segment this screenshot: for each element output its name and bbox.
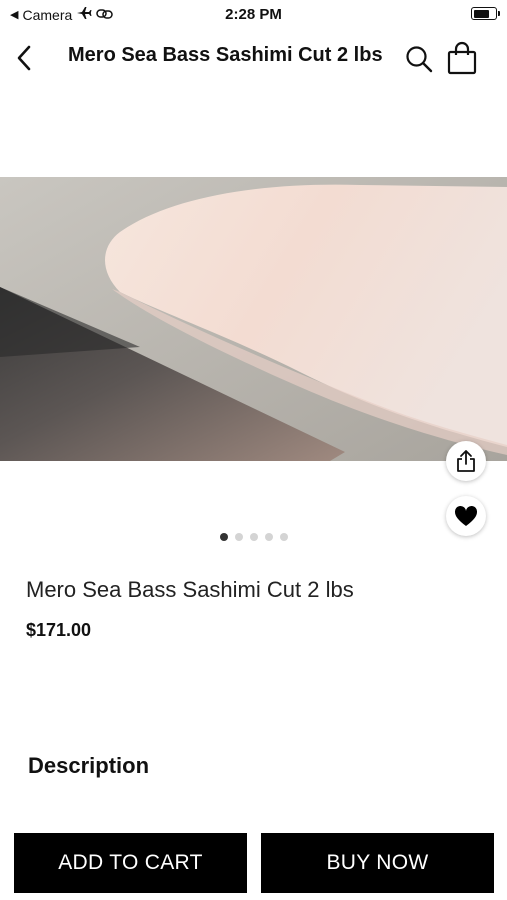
battery-icon [471, 7, 500, 20]
product-photo [0, 177, 507, 461]
cart-button[interactable] [444, 40, 480, 76]
shopping-bag-icon [447, 41, 477, 75]
nav-bar: Mero Sea Bass Sashimi Cut 2 lbs [0, 30, 507, 85]
status-time: 2:28 PM [225, 6, 282, 23]
product-image[interactable] [0, 177, 507, 461]
buy-now-button[interactable]: BUY NOW [261, 833, 494, 893]
back-button[interactable] [8, 40, 40, 76]
add-to-cart-button[interactable]: ADD TO CART [14, 833, 247, 893]
chevron-left-icon [17, 45, 31, 71]
pagination-dot[interactable] [219, 533, 228, 541]
favorite-button[interactable] [446, 496, 486, 536]
image-pagination [0, 533, 507, 541]
pagination-dot[interactable] [234, 533, 243, 541]
description-heading[interactable]: Description [28, 753, 149, 779]
page-title: Mero Sea Bass Sashimi Cut 2 lbs [68, 44, 383, 66]
product-price: $171.00 [26, 620, 92, 640]
pagination-dot[interactable] [249, 533, 258, 541]
status-bar: ◀ Camera 2:28 PM [0, 0, 507, 30]
battery-level [473, 9, 489, 18]
pagination-dot[interactable] [279, 533, 288, 541]
heart-icon [454, 505, 478, 526]
search-icon [406, 46, 433, 73]
pagination-dot[interactable] [264, 533, 273, 541]
search-button[interactable] [402, 42, 436, 76]
product-name: Mero Sea Bass Sashimi Cut 2 lbs [26, 577, 354, 602]
share-icon [457, 450, 475, 472]
share-button[interactable] [446, 441, 486, 481]
